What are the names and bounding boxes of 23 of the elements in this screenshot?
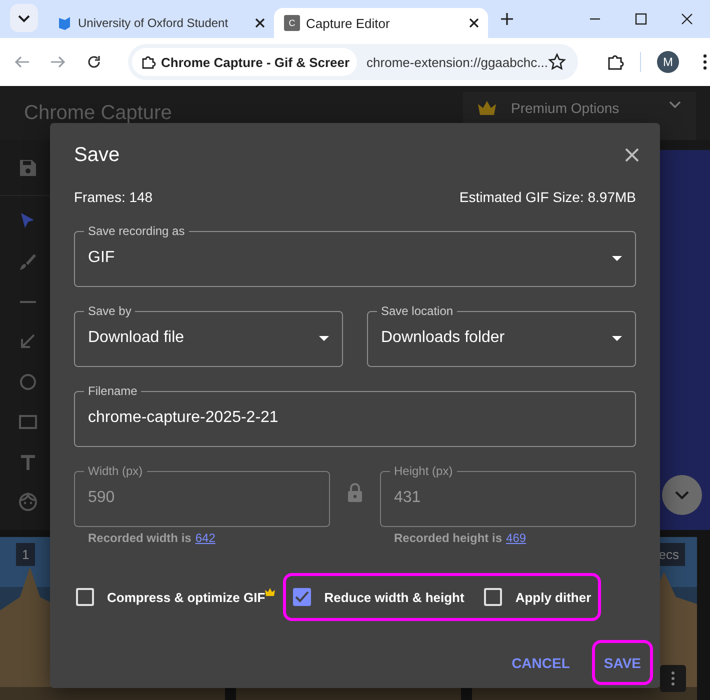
dropdown[interactable]: Save by Download file: [74, 304, 343, 367]
app-title: Chrome Capture: [24, 102, 172, 124]
input-field: Width (px) 590: [74, 464, 330, 527]
option-label: Reduce width & height: [324, 590, 464, 604]
avatar[interactable]: M: [657, 51, 679, 73]
dropdown[interactable]: Save location Downloads folder: [367, 304, 636, 367]
dropdown[interactable]: Save recording as GIF: [74, 224, 636, 287]
favicon: C: [284, 15, 300, 31]
input-field: Height (px) 431: [380, 464, 636, 527]
browser-tab[interactable]: C Capture Editor: [274, 8, 488, 38]
frame-count: Frames: 148: [74, 189, 153, 206]
dialog-title: Save: [74, 144, 120, 166]
hint-text: Recorded width is: [88, 531, 192, 545]
input-field[interactable]: Filename chrome-capture-2025-2-21: [74, 384, 636, 447]
url-text: chrome-extension://ggaabchc...: [366, 54, 548, 70]
gif-size: Estimated GIF Size: 8.97MB: [459, 189, 636, 206]
option-label: Compress & optimize GIF: [107, 590, 266, 604]
hint-text: Recorded height is: [394, 531, 502, 545]
address-bar[interactable]: Chrome Capture - Gif & Screer chrome-extension://ggaabchc...: [128, 44, 578, 80]
browser-tab[interactable]: University of Oxford Student: [46, 8, 274, 38]
option-label: Apply dither: [515, 590, 592, 604]
site-chip[interactable]: Chrome Capture - Gif & Screer: [132, 48, 357, 76]
frame-badge: 1: [16, 543, 36, 566]
